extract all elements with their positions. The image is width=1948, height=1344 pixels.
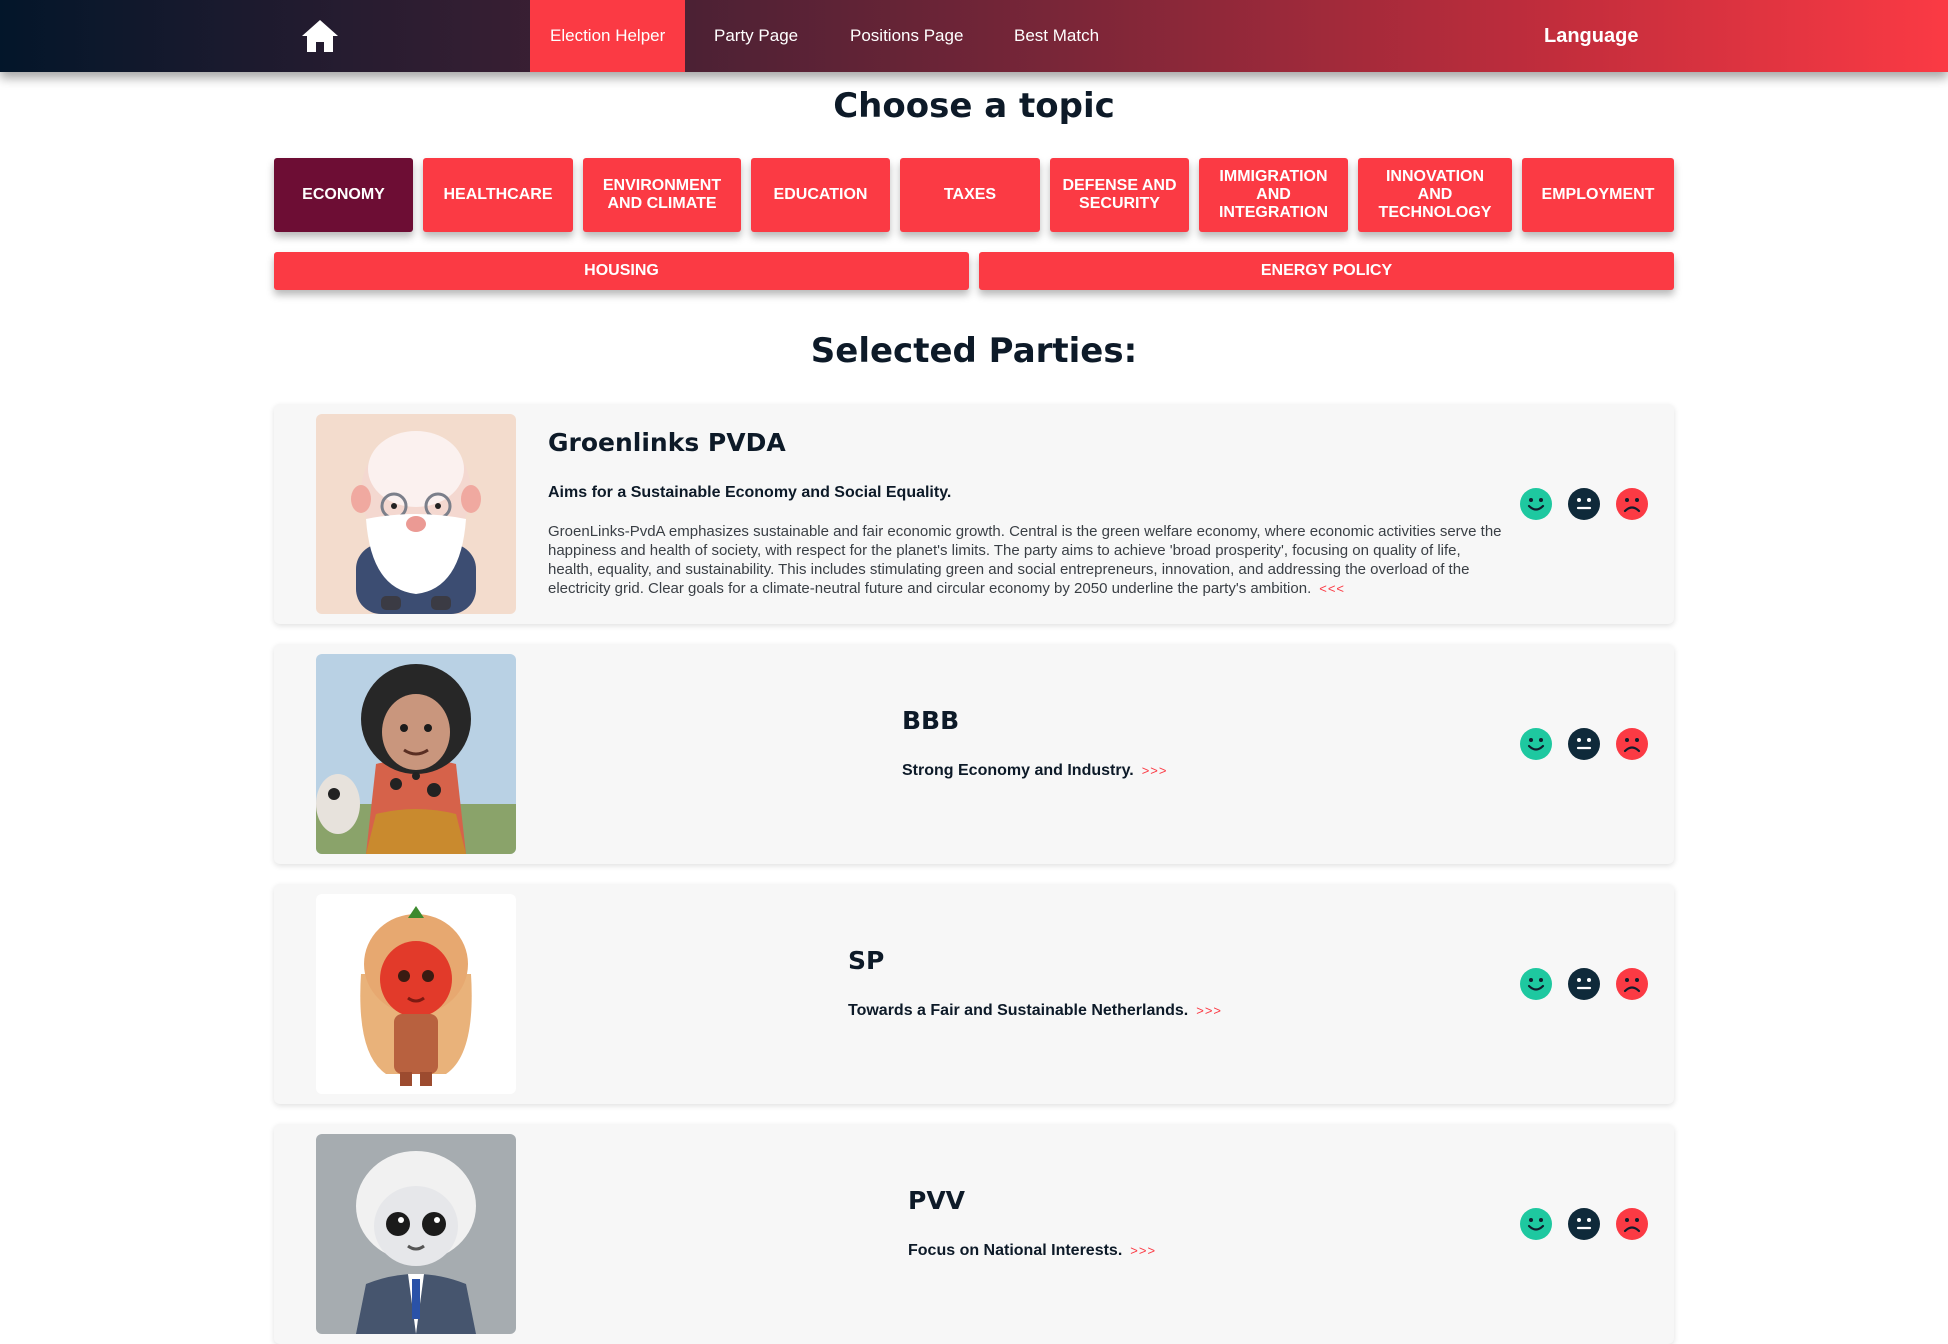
party-avatar-bbb xyxy=(316,654,516,854)
party-avatar-groenlinks-pvda xyxy=(316,414,516,614)
sad-face-icon[interactable] xyxy=(1616,488,1648,520)
neutral-face-icon[interactable] xyxy=(1568,1208,1600,1240)
expand-toggle-link[interactable]: >>> xyxy=(1196,1003,1222,1018)
topic-employment-button[interactable]: Employment xyxy=(1522,158,1674,232)
smile-face-icon[interactable] xyxy=(1520,968,1552,1000)
party-avatar-sp xyxy=(316,894,516,1094)
party-description-text: GroenLinks-PvdA emphasizes sustainable a… xyxy=(548,523,1502,597)
topic-energy-policy-button[interactable]: Energy Policy xyxy=(979,252,1674,290)
nav-election-helper[interactable]: Election Helper xyxy=(530,0,686,72)
party-slogan-text: Focus on National Interests. xyxy=(908,1242,1123,1259)
party-name: SP xyxy=(848,946,885,975)
party-description: GroenLinks-PvdA emphasizes sustainable a… xyxy=(548,522,1508,598)
topic-defense-security-button[interactable]: Defense and Security xyxy=(1050,158,1189,232)
party-slogan: Towards a Fair and Sustainable Netherlan… xyxy=(848,1002,1222,1020)
nav-best-match[interactable]: Best Match xyxy=(1014,0,1099,72)
topic-taxes-button[interactable]: Taxes xyxy=(900,158,1040,232)
topic-immigration-integration-button[interactable]: Immigration and Integration xyxy=(1199,158,1348,232)
party-slogan-text: Towards a Fair and Sustainable Netherlan… xyxy=(848,1002,1189,1019)
party-card-sp: SP Towards a Fair and Sustainable Nether… xyxy=(274,884,1674,1104)
topic-healthcare-button[interactable]: Healthcare xyxy=(423,158,573,232)
party-slogan-text: Strong Economy and Industry. xyxy=(902,762,1134,779)
sad-face-icon[interactable] xyxy=(1616,728,1648,760)
topic-environment-climate-button[interactable]: Environment and Climate xyxy=(583,158,741,232)
top-navbar: Election Helper Party Page Positions Pag… xyxy=(0,0,1948,72)
smile-face-icon[interactable] xyxy=(1520,728,1552,760)
topic-education-button[interactable]: Education xyxy=(751,158,890,232)
neutral-face-icon[interactable] xyxy=(1568,968,1600,1000)
expand-toggle-link[interactable]: >>> xyxy=(1142,763,1168,778)
collapse-toggle-link[interactable]: <<< xyxy=(1319,581,1345,596)
topic-innovation-technology-button[interactable]: Innovation and Technology xyxy=(1358,158,1512,232)
neutral-face-icon[interactable] xyxy=(1568,728,1600,760)
party-card-bbb: BBB Strong Economy and Industry. >>> xyxy=(274,644,1674,864)
party-name: Groenlinks PVDA xyxy=(548,428,786,457)
party-card-pvv: PVV Focus on National Interests. >>> xyxy=(274,1124,1674,1344)
choose-topic-heading: Choose a topic xyxy=(833,86,1115,126)
language-button[interactable]: Language xyxy=(1544,0,1638,72)
neutral-face-icon[interactable] xyxy=(1568,488,1600,520)
party-name: PVV xyxy=(908,1186,966,1215)
nav-party-page[interactable]: Party Page xyxy=(714,0,798,72)
party-card-groenlinks-pvda: Groenlinks PVDA Aims for a Sustainable E… xyxy=(274,404,1674,624)
smile-face-icon[interactable] xyxy=(1520,1208,1552,1240)
topic-economy-button[interactable]: Economy xyxy=(274,158,413,232)
party-slogan: Focus on National Interests. >>> xyxy=(908,1242,1156,1260)
home-icon[interactable] xyxy=(300,18,340,54)
sad-face-icon[interactable] xyxy=(1616,968,1648,1000)
sad-face-icon[interactable] xyxy=(1616,1208,1648,1240)
party-name: BBB xyxy=(902,706,960,735)
smile-face-icon[interactable] xyxy=(1520,488,1552,520)
party-slogan: Aims for a Sustainable Economy and Socia… xyxy=(548,484,952,501)
selected-parties-heading: Selected Parties: xyxy=(810,331,1138,371)
nav-positions-page[interactable]: Positions Page xyxy=(850,0,963,72)
party-avatar-pvv xyxy=(316,1134,516,1334)
party-slogan: Strong Economy and Industry. >>> xyxy=(902,762,1168,780)
topic-housing-button[interactable]: Housing xyxy=(274,252,969,290)
expand-toggle-link[interactable]: >>> xyxy=(1130,1243,1156,1258)
